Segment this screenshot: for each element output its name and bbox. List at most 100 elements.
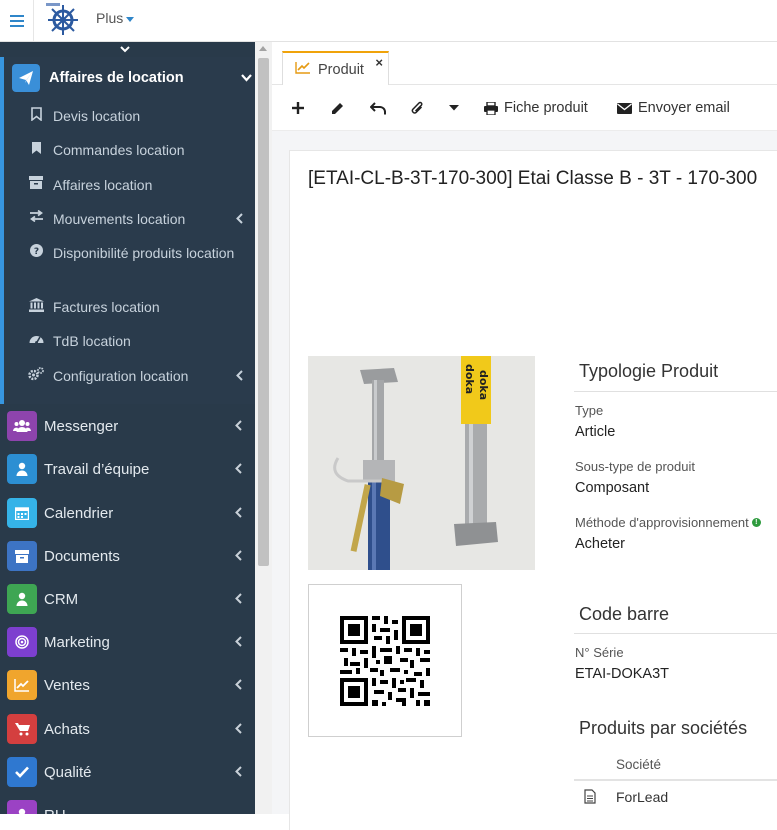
sidebar-item-ventes[interactable]: Ventes — [7, 670, 243, 700]
line-chart-icon — [295, 61, 311, 78]
section-divider — [574, 633, 777, 634]
sidebar-item-configuration-location[interactable]: Configuration location — [28, 367, 244, 386]
sidebar-item-label: Messenger — [44, 417, 119, 435]
sidebar-scrollbar[interactable] — [255, 42, 272, 814]
user-icon — [7, 454, 37, 484]
serial-label: N° Série — [575, 645, 624, 660]
ship-wheel-logo[interactable] — [44, 2, 84, 38]
table-row[interactable]: ForLead — [574, 783, 777, 813]
sidebar-item-disponibilite-produits[interactable]: ? Disponibilité produits location — [28, 244, 244, 263]
section-label: Affaires de location — [49, 70, 184, 86]
chevron-left-icon — [235, 549, 243, 564]
column-header-societe[interactable]: Société — [616, 757, 661, 772]
sidebar-item-label: Devis location — [53, 108, 141, 124]
product-photo[interactable]: doka doka — [308, 356, 535, 570]
sidebar-item-label: Affaires location — [53, 177, 153, 193]
procurement-method-label: Méthode d'approvisionnement! — [575, 515, 761, 530]
sidebar-item-affaires-location[interactable]: Affaires location — [28, 176, 244, 195]
photo-brand-text-1: doka — [463, 364, 476, 394]
undo-icon — [370, 101, 386, 115]
photo-brand-text-2: doka — [477, 370, 490, 400]
chevron-left-icon — [235, 722, 243, 737]
sidebar-item-crm[interactable]: CRM — [7, 584, 243, 614]
scroll-up-arrow-icon[interactable] — [259, 46, 267, 51]
sidebar-item-label: RH — [44, 807, 243, 815]
product-title: [ETAI-CL-B-3T-170-300] Etai Classe B - 3… — [308, 168, 758, 189]
sidebar-item-travail-equipe[interactable]: Travail d’équipe — [7, 454, 243, 484]
product-card: [ETAI-CL-B-3T-170-300] Etai Classe B - 3… — [289, 150, 777, 830]
procurement-method-value: Acheter — [575, 536, 625, 552]
send-email-button[interactable]: Envoyer email — [617, 97, 730, 119]
section-title-code-barre: Code barre — [579, 604, 670, 624]
sidebar-item-label: Commandes location — [53, 142, 185, 158]
user-icon — [7, 800, 37, 814]
chevron-left-icon — [235, 592, 243, 607]
sidebar-item-achats[interactable]: Achats — [7, 714, 243, 744]
envelope-icon — [617, 102, 632, 114]
sidebar-item-label: Ventes — [44, 676, 90, 694]
document-icon[interactable] — [584, 789, 596, 807]
sidebar-item-mouvements-location[interactable]: Mouvements location — [28, 210, 244, 229]
chevron-down-icon[interactable] — [118, 42, 132, 56]
sidebar-item-commandes-location[interactable]: Commandes location — [28, 141, 244, 160]
edit-button[interactable] — [331, 97, 344, 119]
sidebar-item-label: Marketing — [44, 633, 110, 651]
bank-icon — [28, 298, 44, 312]
close-icon[interactable]: × — [375, 55, 383, 70]
sidebar-item-calendrier[interactable]: Calendrier — [7, 498, 243, 528]
tab-label: Produit — [318, 61, 364, 78]
main-content: Produit × Fiche produit Envoyer email [E — [272, 42, 777, 830]
plus-menu-label: Plus — [96, 10, 124, 26]
chevron-left-icon — [236, 367, 244, 386]
caret-down-icon — [126, 16, 135, 22]
chevron-left-icon — [235, 462, 243, 477]
section-divider — [574, 391, 777, 392]
back-button[interactable] — [370, 97, 386, 119]
tab-bar: Produit × — [272, 42, 777, 86]
calendar-icon — [7, 498, 37, 528]
attach-button[interactable] — [411, 97, 424, 119]
sidebar-item-documents[interactable]: Documents — [7, 541, 243, 571]
sidebar-item-label: Documents — [44, 547, 120, 565]
sidebar-item-qualite[interactable]: Qualité — [7, 757, 243, 787]
print-product-button[interactable]: Fiche produit — [484, 97, 588, 119]
question-circle-icon: ? — [28, 244, 44, 257]
tab-produit[interactable]: Produit × — [282, 51, 389, 86]
chevron-left-icon — [235, 506, 243, 521]
sidebar-item-tdb-location[interactable]: TdB location — [28, 332, 244, 351]
plus-icon — [292, 102, 304, 114]
sidebar-item-marketing[interactable]: Marketing — [7, 627, 243, 657]
plus-menu[interactable]: Plus — [96, 10, 135, 26]
hamburger-icon[interactable] — [0, 0, 34, 41]
user-icon — [7, 584, 37, 614]
sidebar-item-devis-location[interactable]: Devis location — [28, 107, 244, 126]
sidebar-item-rh[interactable]: RH — [7, 800, 243, 814]
company-name-cell: ForLead — [616, 789, 669, 805]
chevron-left-icon — [235, 419, 243, 434]
sidebar-section-affaires-location[interactable]: Affaires de location — [12, 62, 252, 94]
sidebar-item-label: TdB location — [53, 333, 131, 349]
dashboard-icon — [28, 332, 44, 344]
bookmark-icon — [28, 141, 44, 155]
cart-icon — [7, 714, 37, 744]
check-icon — [7, 757, 37, 787]
sidebar-item-label: CRM — [44, 590, 79, 608]
new-button[interactable] — [292, 97, 304, 119]
sidebar-item-messenger[interactable]: Messenger — [7, 411, 243, 441]
bullseye-icon — [7, 627, 37, 657]
exchange-icon — [28, 210, 44, 222]
sidebar: Affaires de location Devis location Comm… — [0, 42, 255, 814]
more-dropdown-button[interactable] — [449, 97, 459, 119]
type-label: Type — [575, 403, 604, 418]
section-title-produits-societes: Produits par sociétés — [579, 718, 748, 738]
sidebar-item-label: Travail d’équipe — [44, 460, 150, 478]
sidebar-item-label: Calendrier — [44, 504, 114, 522]
print-product-label: Fiche produit — [504, 100, 588, 116]
send-email-label: Envoyer email — [638, 100, 730, 116]
toolbar: Fiche produit Envoyer email — [272, 85, 777, 131]
line-chart-icon — [7, 670, 37, 700]
info-icon[interactable]: ! — [751, 518, 761, 527]
scrollbar-thumb[interactable] — [258, 58, 269, 566]
sidebar-item-factures-location[interactable]: Factures location — [28, 298, 244, 317]
procurement-method-label-text: Méthode d'approvisionnement — [575, 515, 749, 530]
